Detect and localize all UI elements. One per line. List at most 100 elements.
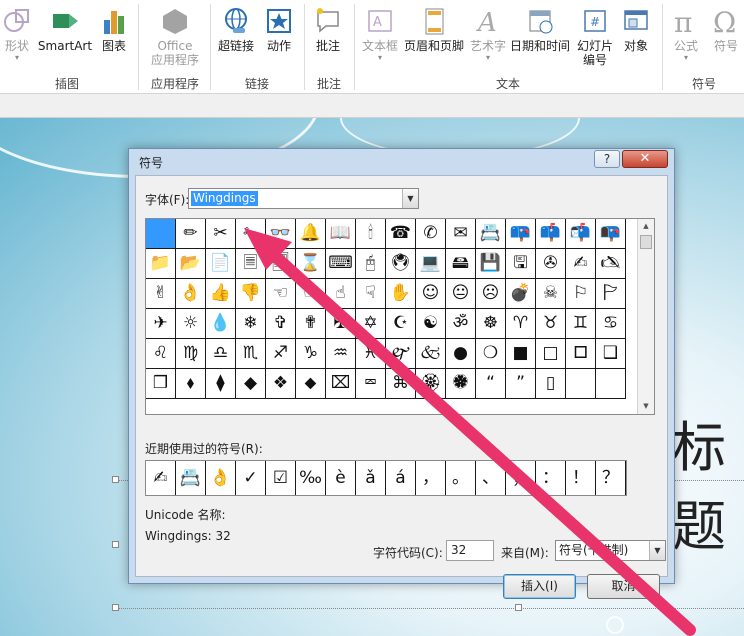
symbol-cell[interactable]: ♒ xyxy=(326,339,356,369)
font-dropdown[interactable]: Wingdings ▼ xyxy=(188,188,419,209)
symbol-cell[interactable]: ⬧ xyxy=(176,369,206,399)
symbol-cell[interactable]: 👎 xyxy=(236,279,266,309)
symbol-cell[interactable]: ✍ xyxy=(566,249,596,279)
symbol-cell[interactable]: 🏵 xyxy=(416,369,446,399)
symbol-cell[interactable]: ☞ xyxy=(296,279,326,309)
help-button[interactable]: ? xyxy=(594,150,620,168)
symbol-cell[interactable]: ⬥ xyxy=(296,369,326,399)
symbol-cell[interactable]: ♈ xyxy=(506,309,536,339)
textbox-button[interactable]: A 文本框 ▾ xyxy=(358,2,402,72)
symbol-cell[interactable]: 👓 xyxy=(266,219,296,249)
slide-number-button[interactable]: # 幻灯片 编号 xyxy=(574,2,616,72)
symbol-cell[interactable]: ✇ xyxy=(536,249,566,279)
symbol-cell[interactable]: ❖ xyxy=(266,369,296,399)
symbol-cell[interactable]: ♐ xyxy=(266,339,296,369)
symbol-cell[interactable]: 🙵 xyxy=(416,339,446,369)
symbol-cell[interactable]: ● xyxy=(446,339,476,369)
wordart-button[interactable]: A 艺术字 ▾ xyxy=(468,2,508,72)
symbol-cell[interactable]: □ xyxy=(536,339,566,369)
symbol-cell[interactable]: ■ xyxy=(506,339,536,369)
object-button[interactable]: 对象 xyxy=(616,2,656,72)
symbol-cell[interactable]: ⮹ xyxy=(356,369,386,399)
symbol-cell[interactable]: 📬 xyxy=(566,219,596,249)
comment-button[interactable]: 批注 xyxy=(308,2,348,72)
symbol-cell[interactable]: ♍ xyxy=(176,339,206,369)
symbol-cell[interactable]: ✏ xyxy=(176,219,206,249)
symbol-cell[interactable]: 💻 xyxy=(416,249,446,279)
symbol-cell[interactable]: ☺ xyxy=(416,279,446,309)
symbol-cell[interactable] xyxy=(596,369,626,399)
symbol-cell[interactable]: ♑ xyxy=(296,339,326,369)
symbol-cell[interactable]: 💾 xyxy=(476,249,506,279)
symbol-cell[interactable]: ♋ xyxy=(596,309,626,339)
header-footer-button[interactable]: 页眉和页脚 xyxy=(402,2,466,72)
symbol-cell[interactable]: 📂 xyxy=(176,249,206,279)
symbol-cell[interactable]: ⧫ xyxy=(206,369,236,399)
symbol-cell[interactable]: 📪 xyxy=(506,219,536,249)
recent-symbol-cell[interactable]: ， xyxy=(416,461,446,495)
symbol-cell[interactable] xyxy=(566,369,596,399)
symbol-cell[interactable]: 🗐 xyxy=(266,249,296,279)
symbol-cell[interactable]: 📇 xyxy=(476,219,506,249)
recent-symbol-cell[interactable]: ： xyxy=(536,461,566,495)
symbol-cell[interactable]: 📁 xyxy=(146,249,176,279)
symbol-cell[interactable]: 🖲 xyxy=(386,249,416,279)
action-button[interactable]: 动作 xyxy=(260,2,298,72)
symbol-cell[interactable]: ⌘ xyxy=(386,369,416,399)
resize-handle[interactable] xyxy=(515,604,522,611)
symbol-cell[interactable]: ✁ xyxy=(236,219,266,249)
symbol-cell[interactable]: 👌 xyxy=(176,279,206,309)
symbol-cell[interactable]: ✈ xyxy=(146,309,176,339)
symbol-cell[interactable]: 💧 xyxy=(206,309,236,339)
symbol-cell[interactable]: ✌ xyxy=(146,279,176,309)
symbol-cell[interactable]: 🖎 xyxy=(596,249,626,279)
symbol-cell[interactable]: ☪ xyxy=(386,309,416,339)
symbol-cell[interactable]: 🏱 xyxy=(596,279,626,309)
char-code-input[interactable]: 32 xyxy=(446,540,494,561)
symbol-cell[interactable]: ▯ xyxy=(536,369,566,399)
symbol-cell[interactable]: 🗏 xyxy=(236,249,266,279)
scroll-up-icon[interactable]: ▲ xyxy=(638,219,654,233)
close-button[interactable]: ✕ xyxy=(622,150,668,168)
symbol-cell[interactable]: ⌛ xyxy=(296,249,326,279)
symbol-cell[interactable]: ॐ xyxy=(446,309,476,339)
symbol-cell[interactable]: ☼ xyxy=(176,309,206,339)
chevron-down-icon[interactable]: ▼ xyxy=(649,541,665,560)
symbol-cell[interactable]: ✟ xyxy=(296,309,326,339)
symbol-cell[interactable]: ♏ xyxy=(236,339,266,369)
symbol-button[interactable]: Ω 符号 xyxy=(708,2,744,72)
symbol-cell[interactable]: ✆ xyxy=(416,219,446,249)
symbol-cell[interactable]: ☯ xyxy=(416,309,446,339)
recent-symbol-cell[interactable]: ☑ xyxy=(266,461,296,495)
symbol-cell[interactable]: ❄ xyxy=(236,309,266,339)
symbol-cell[interactable]: “ xyxy=(476,369,506,399)
resize-handle[interactable] xyxy=(112,476,119,483)
equation-button[interactable]: π 公式 ▾ xyxy=(666,2,706,72)
symbol-cell[interactable]: ” xyxy=(506,369,536,399)
scroll-down-icon[interactable]: ▼ xyxy=(638,399,654,413)
symbol-cell[interactable]: 📄 xyxy=(206,249,236,279)
symbol-cell[interactable]: 🏶 xyxy=(446,369,476,399)
recent-symbol-cell[interactable]: ！ xyxy=(566,461,596,495)
symbol-cell[interactable]: ☹ xyxy=(476,279,506,309)
symbol-cell[interactable]: ☟ xyxy=(356,279,386,309)
recent-symbol-cell[interactable]: ✓ xyxy=(236,461,266,495)
symbol-cell[interactable]: ☸ xyxy=(476,309,506,339)
from-dropdown[interactable]: 符号(十进制) ▼ xyxy=(555,540,666,561)
symbol-cell[interactable]: ❑ xyxy=(596,339,626,369)
symbol-cell[interactable]: 🖫 xyxy=(506,249,536,279)
symbol-cell[interactable]: ✉ xyxy=(446,219,476,249)
symbol-cell[interactable]: 📖 xyxy=(326,219,356,249)
symbol-cell[interactable]: 🔔 xyxy=(296,219,326,249)
shapes-button[interactable]: 形状 ▾ xyxy=(0,2,34,72)
symbol-cell[interactable]: ☝ xyxy=(326,279,356,309)
date-time-button[interactable]: 日期和时间 xyxy=(508,2,572,72)
symbol-cell[interactable]: ✠ xyxy=(326,309,356,339)
recent-symbol-cell[interactable]: 📇 xyxy=(176,461,206,495)
symbol-cell[interactable]: ♉ xyxy=(536,309,566,339)
smartart-button[interactable]: SmartArt xyxy=(36,2,94,72)
symbol-cell[interactable]: ☜ xyxy=(266,279,296,309)
recent-symbol-cell[interactable]: 、 xyxy=(476,461,506,495)
symbol-cell[interactable]: ♌ xyxy=(146,339,176,369)
symbol-cell-selected[interactable] xyxy=(146,219,176,249)
